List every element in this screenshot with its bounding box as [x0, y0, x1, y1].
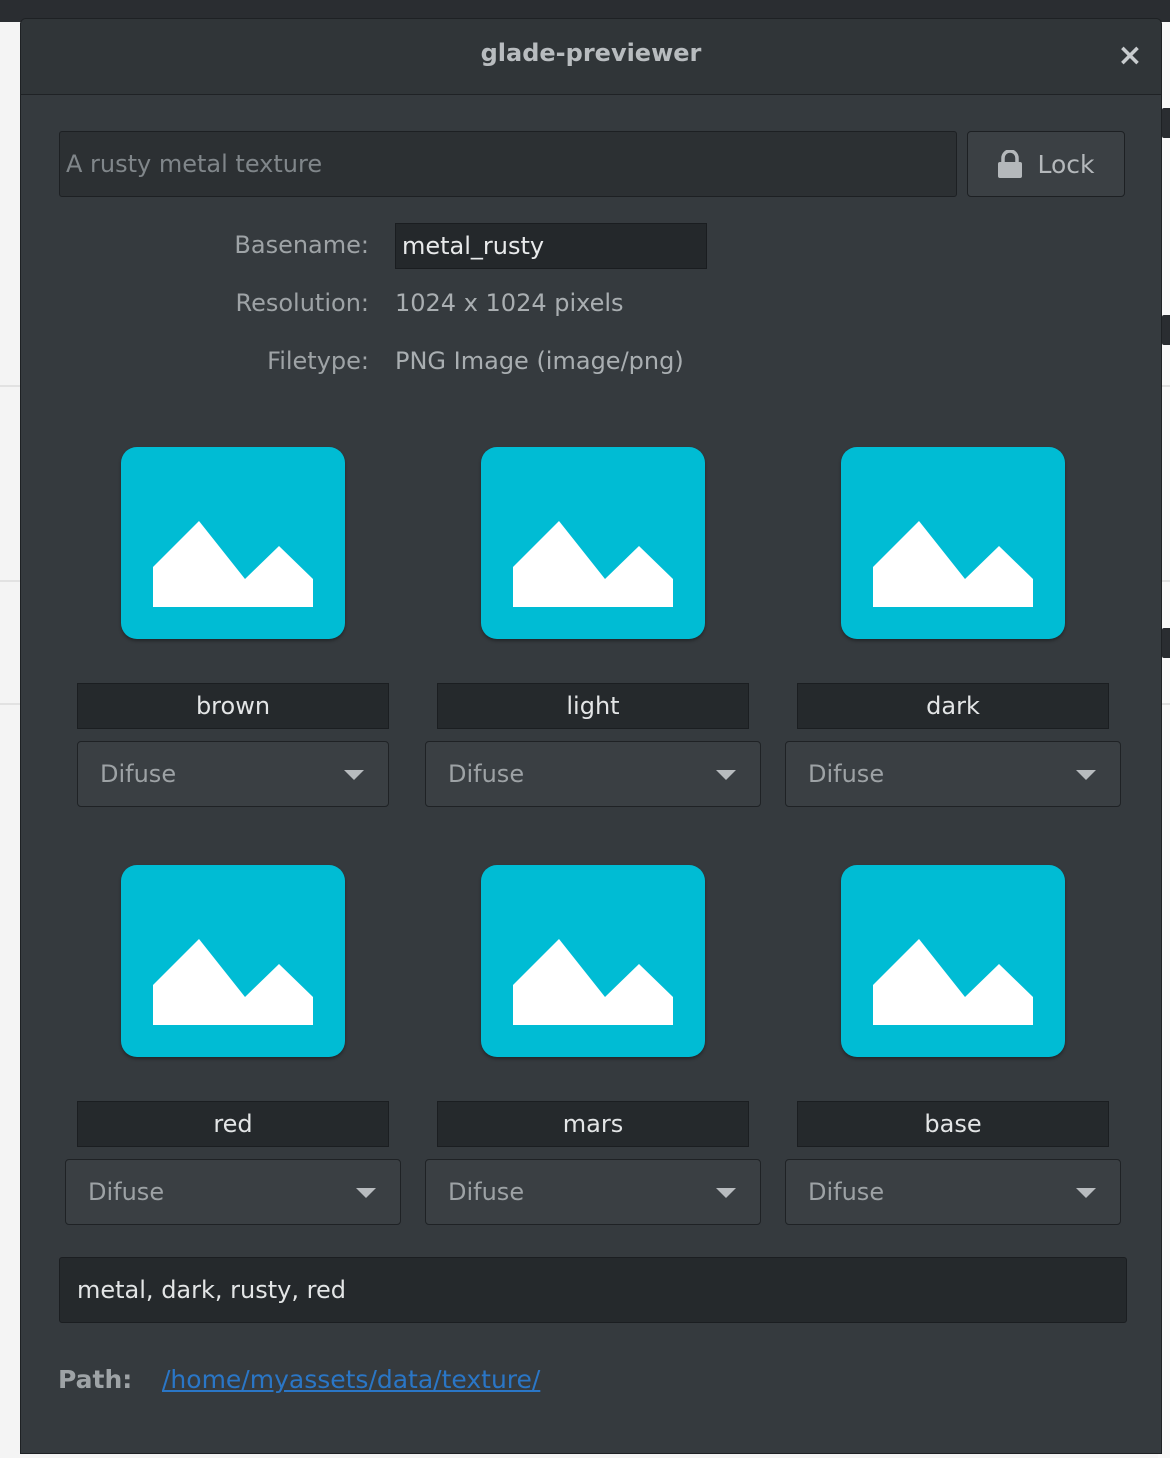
previewer-dialog: glade-previewer × A rusty metal texture … — [20, 18, 1162, 1454]
image-icon — [873, 521, 1033, 607]
variant-name-base[interactable]: base — [797, 1101, 1109, 1147]
lock-button[interactable]: Lock — [967, 131, 1125, 197]
resolution-value: 1024 x 1024 pixels — [395, 289, 624, 317]
dropdown-value: Difuse — [88, 1178, 165, 1206]
dropdown-value: Difuse — [100, 760, 177, 788]
channel-dropdown-mars[interactable]: Difuse — [425, 1159, 761, 1225]
channel-dropdown-dark[interactable]: Difuse — [785, 741, 1121, 807]
channel-dropdown-red[interactable]: Difuse — [65, 1159, 401, 1225]
close-button[interactable]: × — [1113, 39, 1147, 73]
resolution-label: Resolution: — [235, 289, 370, 317]
texture-thumbnail-red[interactable] — [121, 865, 345, 1057]
dropdown-value: Difuse — [808, 1178, 885, 1206]
dropdown-value: Difuse — [448, 760, 525, 788]
dropdown-value: Difuse — [448, 1178, 525, 1206]
background-text-fragment — [1162, 628, 1170, 658]
texture-thumbnail-base[interactable] — [841, 865, 1065, 1057]
image-icon — [153, 939, 313, 1025]
channel-dropdown-base[interactable]: Difuse — [785, 1159, 1121, 1225]
texture-thumbnail-light[interactable] — [481, 447, 705, 639]
window-title: glade-previewer — [480, 39, 702, 67]
path-label: Path: — [58, 1365, 133, 1394]
image-icon — [153, 521, 313, 607]
lock-icon — [998, 150, 1023, 178]
background-text-fragment — [1162, 108, 1170, 138]
chevron-down-icon — [716, 1188, 736, 1198]
channel-dropdown-light[interactable]: Difuse — [425, 741, 761, 807]
channel-dropdown-brown[interactable]: Difuse — [77, 741, 389, 807]
chevron-down-icon — [344, 770, 364, 780]
dropdown-value: Difuse — [808, 760, 885, 788]
lock-button-label: Lock — [1037, 149, 1095, 179]
variant-name-mars[interactable]: mars — [437, 1101, 749, 1147]
variant-name-brown[interactable]: brown — [77, 683, 389, 729]
image-icon — [513, 939, 673, 1025]
tags-input[interactable]: metal, dark, rusty, red — [59, 1257, 1127, 1323]
path-link[interactable]: /home/myassets/data/texture/ — [162, 1365, 540, 1394]
variant-name-red[interactable]: red — [77, 1101, 389, 1147]
chevron-down-icon — [716, 770, 736, 780]
texture-thumbnail-mars[interactable] — [481, 865, 705, 1057]
image-icon — [873, 939, 1033, 1025]
chevron-down-icon — [1076, 770, 1096, 780]
filetype-label: Filetype: — [267, 347, 369, 375]
texture-thumbnail-dark[interactable] — [841, 447, 1065, 639]
chevron-down-icon — [1076, 1188, 1096, 1198]
filetype-value: PNG Image (image/png) — [395, 347, 684, 375]
description-input[interactable]: A rusty metal texture — [59, 131, 957, 197]
background-text-fragment — [1162, 315, 1170, 345]
titlebar: glade-previewer × — [21, 19, 1161, 95]
basename-label: Basename: — [234, 231, 369, 259]
variant-name-light[interactable]: light — [437, 683, 749, 729]
variant-name-dark[interactable]: dark — [797, 683, 1109, 729]
texture-thumbnail-brown[interactable] — [121, 447, 345, 639]
basename-field[interactable]: metal_rusty — [395, 223, 707, 269]
chevron-down-icon — [356, 1188, 376, 1198]
image-icon — [513, 521, 673, 607]
close-icon: × — [1117, 38, 1143, 73]
